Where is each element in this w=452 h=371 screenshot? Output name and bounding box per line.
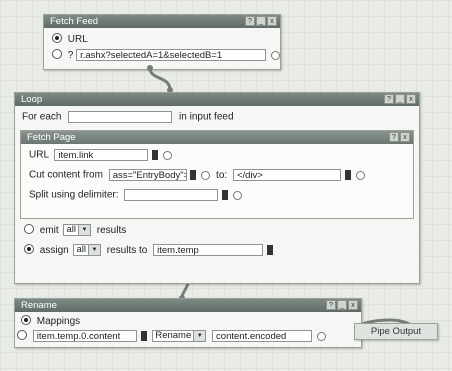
rename-module[interactable]: Rename ? _ x Mappings item.temp.0.conten…	[14, 298, 362, 348]
fetch-page-window-controls: ? x	[389, 132, 410, 142]
fetch-page-titlebar[interactable]: Fetch Page ? x	[21, 131, 413, 144]
emit-label: emit	[39, 225, 59, 236]
pipe-output-label: Pipe Output	[370, 326, 422, 337]
for-each-label: For each	[22, 111, 62, 123]
terminal-icon[interactable]	[316, 331, 326, 341]
chevron-down-icon: ▼	[77, 225, 90, 236]
rename-op-select[interactable]: Rename ▼	[152, 330, 207, 343]
to-label: to:	[216, 169, 228, 181]
mappings-row: Mappings	[21, 315, 80, 327]
assign-target-input[interactable]: item.temp	[153, 244, 264, 257]
help-icon[interactable]: ?	[326, 300, 336, 310]
chevron-down-icon: ▼	[193, 331, 206, 342]
rename-window-controls: ? _ x	[326, 300, 358, 310]
dropdown-icon[interactable]	[152, 150, 159, 160]
assign-select[interactable]: all ▼	[73, 244, 101, 257]
fetch-page-title: Fetch Page	[27, 132, 76, 143]
assign-row: assign all ▼ results to item.temp	[24, 244, 273, 257]
terminal-icon[interactable]	[355, 170, 365, 180]
in-input-feed-label: in input feed	[179, 111, 234, 123]
assign-label: assign	[39, 245, 69, 256]
emit-radio-icon[interactable]	[24, 224, 34, 234]
assign-radio-icon[interactable]	[24, 244, 34, 254]
for-each-row: For each in input feed	[22, 111, 234, 123]
loop-module[interactable]: Loop ? _ x For each in input feed Fetch …	[14, 92, 420, 284]
split-row: Split using delimiter:	[29, 189, 242, 201]
minimize-icon[interactable]: _	[395, 94, 405, 104]
dropdown-icon[interactable]	[344, 170, 351, 180]
fetch-page-module[interactable]: Fetch Page ? x URL item.link Cut content…	[20, 130, 414, 219]
minimize-icon[interactable]: _	[337, 300, 347, 310]
emit-select[interactable]: all ▼	[63, 224, 91, 237]
pipe-output-module[interactable]: Pipe Output	[354, 323, 438, 340]
dropdown-icon[interactable]	[222, 190, 229, 200]
assign-middle: results to	[106, 245, 148, 256]
terminal-icon[interactable]	[232, 190, 242, 200]
close-icon[interactable]: x	[400, 132, 410, 142]
rename-mapping-row: item.temp.0.content Rename ▼ content.enco…	[17, 330, 326, 343]
mappings-label: Mappings	[36, 316, 81, 327]
terminal-icon[interactable]	[162, 150, 172, 160]
loop-titlebar[interactable]: Loop ? _ x	[15, 93, 419, 106]
rename-titlebar[interactable]: Rename ? _ x	[15, 299, 361, 312]
dropdown-icon[interactable]	[190, 170, 197, 180]
rename-title: Rename	[21, 300, 57, 311]
cut-from-input[interactable]: ass="EntryBody">	[108, 169, 187, 181]
fetch-page-url-row: URL item.link	[29, 149, 172, 161]
fetch-page-url-input[interactable]: item.link	[54, 149, 149, 161]
close-icon[interactable]: x	[406, 94, 416, 104]
terminal-icon[interactable]	[201, 170, 211, 180]
emit-suffix: results	[96, 225, 127, 236]
for-each-input[interactable]	[68, 111, 173, 123]
emit-row: emit all ▼ results	[24, 224, 127, 237]
help-icon[interactable]: ?	[384, 94, 394, 104]
mappings-radio-icon[interactable]	[21, 315, 31, 325]
mapping-remove-icon[interactable]	[17, 330, 27, 340]
dropdown-icon[interactable]	[266, 245, 273, 256]
split-label: Split using delimiter:	[29, 189, 119, 201]
rename-source-input[interactable]: item.temp.0.content	[32, 330, 137, 343]
loop-title: Loop	[21, 94, 43, 105]
close-icon[interactable]: x	[348, 300, 358, 310]
cut-content-row: Cut content from ass="EntryBody"> to: </…	[29, 169, 365, 181]
cut-content-label: Cut content from	[29, 169, 103, 181]
cut-to-input[interactable]: </div>	[232, 169, 341, 181]
fetch-page-url-label: URL	[29, 149, 49, 161]
help-icon[interactable]: ?	[389, 132, 399, 142]
split-input[interactable]	[124, 189, 219, 201]
loop-window-controls: ? _ x	[384, 94, 416, 104]
rename-target-input[interactable]: content.encoded	[212, 330, 313, 343]
chevron-down-icon: ▼	[87, 245, 100, 256]
dropdown-icon[interactable]	[140, 331, 147, 342]
